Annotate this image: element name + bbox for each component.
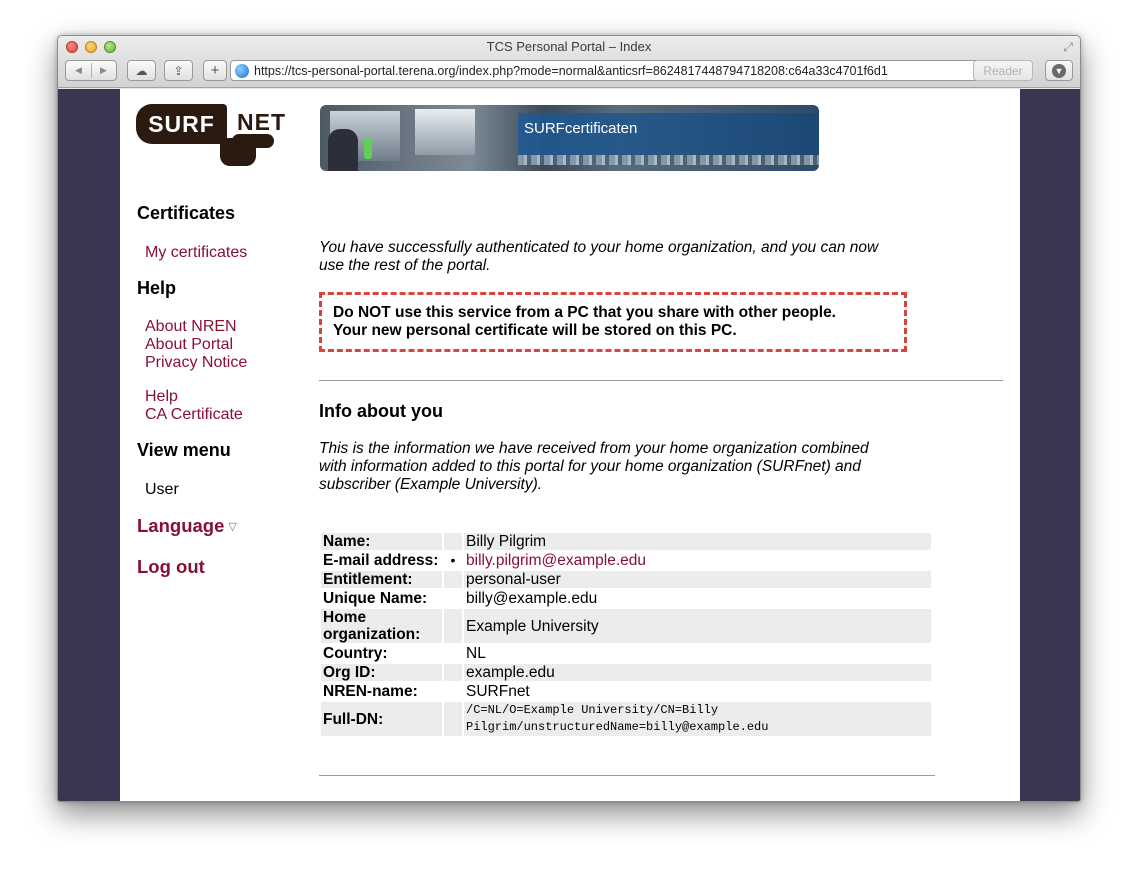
row-value: Billy Pilgrim (464, 533, 931, 550)
table-row: NREN-name: SURFnet (321, 683, 931, 700)
window-title: TCS Personal Portal – Index (486, 39, 652, 54)
user-info-table: Name: Billy Pilgrim E-mail address: • bi… (319, 531, 933, 738)
about-portal-link[interactable]: About Portal (145, 336, 233, 354)
ca-certificate-link[interactable]: CA Certificate (145, 406, 243, 424)
certificates-heading: Certificates (137, 203, 236, 223)
icloud-icon: ☁ (135, 63, 148, 78)
download-button[interactable]: ▼ (1045, 60, 1073, 81)
row-label: Full-DN: (321, 702, 442, 736)
header-banner: SURFcertificaten (320, 105, 819, 171)
share-button[interactable]: ⇪ (164, 60, 193, 81)
row-label: Unique Name: (323, 590, 428, 607)
back-forward-group: ◀ ▶ (65, 60, 117, 81)
globe-icon (235, 63, 249, 78)
row-label: E-mail address: (323, 552, 439, 569)
row-value: billy@example.edu (466, 590, 598, 607)
table-row: Entitlement: personal-user (321, 571, 931, 588)
row-label: Org ID: (321, 664, 442, 681)
new-tab-button[interactable]: + (203, 60, 227, 81)
address-bar[interactable]: https://tcs-personal-portal.terena.org/i… (230, 60, 1027, 81)
logo-shape (232, 134, 274, 148)
browser-window: TCS Personal Portal – Index ⤢ ◀ ▶ ☁ ⇪ + … (57, 35, 1081, 802)
logo-net: NET (237, 109, 286, 135)
table-row: Name: Billy Pilgrim (321, 533, 931, 550)
row-label: Country: (323, 645, 388, 662)
view-menu-heading: View menu (137, 440, 231, 460)
row-label: Entitlement: (321, 571, 442, 588)
table-row: Home organization: Example University (321, 609, 931, 643)
row-value: SURFnet (466, 683, 530, 700)
banner-bottle-image (364, 137, 372, 159)
page-content: SURF NET SURFcertificaten Certificates M… (120, 89, 1020, 801)
help-heading: Help (137, 278, 177, 298)
surfnet-logo[interactable]: SURF NET (136, 104, 288, 168)
browser-viewport: SURF NET SURFcertificaten Certificates M… (58, 89, 1080, 801)
row-value: personal-user (464, 571, 931, 588)
icloud-button[interactable]: ☁ (127, 60, 156, 81)
about-nren-link[interactable]: About NREN (145, 318, 237, 336)
plus-icon: + (210, 62, 220, 79)
forward-arrow-icon[interactable]: ▶ (91, 65, 116, 76)
info-description: This is the information we have received… (319, 440, 869, 493)
privacy-notice-link[interactable]: Privacy Notice (145, 354, 247, 372)
table-row: Org ID: example.edu (321, 664, 931, 681)
table-row: E-mail address: • billy.pilgrim@example.… (321, 552, 931, 569)
my-certificates-link[interactable]: My certificates (145, 244, 247, 262)
divider (319, 380, 1003, 381)
share-icon: ⇪ (173, 63, 184, 78)
shared-pc-warning: Do NOT use this service from a PC that y… (319, 292, 907, 352)
row-value: Example University (464, 609, 931, 643)
back-arrow-icon[interactable]: ◀ (66, 65, 91, 76)
reader-button[interactable]: Reader (973, 60, 1033, 81)
row-value: NL (466, 645, 486, 662)
language-label: Language (137, 515, 225, 536)
view-menu-user[interactable]: User (145, 481, 179, 499)
language-menu[interactable]: Language ▽ (137, 515, 237, 537)
divider (319, 775, 935, 776)
table-row: Unique Name: billy@example.edu (321, 590, 931, 607)
info-heading: Info about you (319, 401, 443, 421)
table-row: Full-DN: /C=NL/O=Example University/CN=B… (321, 702, 931, 736)
email-link[interactable]: billy.pilgrim@example.edu (466, 552, 646, 569)
warning-line-2: Your new personal certificate will be st… (333, 322, 737, 339)
logo-surf: SURF (136, 104, 227, 144)
banner-stripe (518, 155, 819, 165)
banner-person-image (328, 129, 358, 171)
address-url[interactable]: https://tcs-personal-portal.terena.org/i… (254, 64, 1010, 78)
bullet: • (450, 552, 456, 568)
banner-title: SURFcertificaten (524, 120, 638, 137)
download-icon: ▼ (1052, 63, 1066, 78)
row-label: Name: (321, 533, 442, 550)
help-link[interactable]: Help (145, 388, 178, 406)
warning-line-1: Do NOT use this service from a PC that y… (333, 304, 836, 321)
title-bar: TCS Personal Portal – Index ⤢ ◀ ▶ ☁ ⇪ + … (58, 36, 1080, 88)
full-dn-value: /C=NL/O=Example University/CN=Billy Pilg… (464, 702, 931, 736)
triangle-down-icon: ▽ (228, 521, 237, 533)
auth-success-message: You have successfully authenticated to y… (319, 239, 879, 274)
row-label: Home organization: (321, 609, 442, 643)
banner-monitor-image (415, 109, 475, 155)
fullscreen-icon[interactable]: ⤢ (1063, 40, 1073, 55)
row-value: example.edu (464, 664, 931, 681)
logout-link[interactable]: Log out (137, 556, 205, 578)
table-row: Country: NL (321, 645, 931, 662)
row-label: NREN-name: (323, 683, 418, 700)
